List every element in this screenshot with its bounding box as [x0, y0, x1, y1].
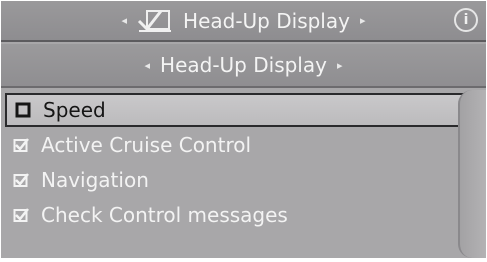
option-label: Speed: [43, 98, 106, 122]
title-nav[interactable]: ◂ Head-Up Display ▸: [1, 1, 486, 40]
unchecked-checkbox-icon: [15, 102, 31, 118]
right-arrow-icon[interactable]: ▸: [360, 14, 366, 27]
option-speed[interactable]: Speed: [5, 93, 467, 127]
hud-settings-screen: ◂ Head-Up Display ▸ i ◂ Head-Up Display …: [1, 1, 486, 258]
checked-checkbox-icon: [13, 173, 29, 187]
hud-check-icon: [137, 9, 172, 32]
info-icon[interactable]: i: [454, 8, 478, 32]
title-bar: ◂ Head-Up Display ▸ i: [1, 1, 486, 42]
options-list: Speed Active Cruise Control Navigation C…: [1, 91, 469, 258]
option-active-cruise-control[interactable]: Active Cruise Control: [13, 129, 469, 161]
option-check-control-messages[interactable]: Check Control messages: [13, 199, 469, 231]
right-arrow-icon[interactable]: ▸: [337, 59, 343, 72]
submenu-header[interactable]: ◂ Head-Up Display ▸: [1, 44, 486, 88]
page-title: Head-Up Display: [183, 8, 350, 33]
info-icon-glyph: i: [463, 12, 469, 28]
option-navigation[interactable]: Navigation: [13, 164, 469, 196]
scrollbar[interactable]: [458, 90, 486, 258]
left-arrow-icon[interactable]: ◂: [122, 14, 128, 27]
submenu-title: Head-Up Display: [160, 53, 327, 77]
option-label: Check Control messages: [41, 203, 288, 227]
checked-checkbox-icon: [13, 138, 29, 152]
left-arrow-icon[interactable]: ◂: [145, 59, 151, 72]
option-label: Active Cruise Control: [41, 133, 252, 157]
option-label: Navigation: [41, 168, 149, 192]
checked-checkbox-icon: [13, 208, 29, 222]
